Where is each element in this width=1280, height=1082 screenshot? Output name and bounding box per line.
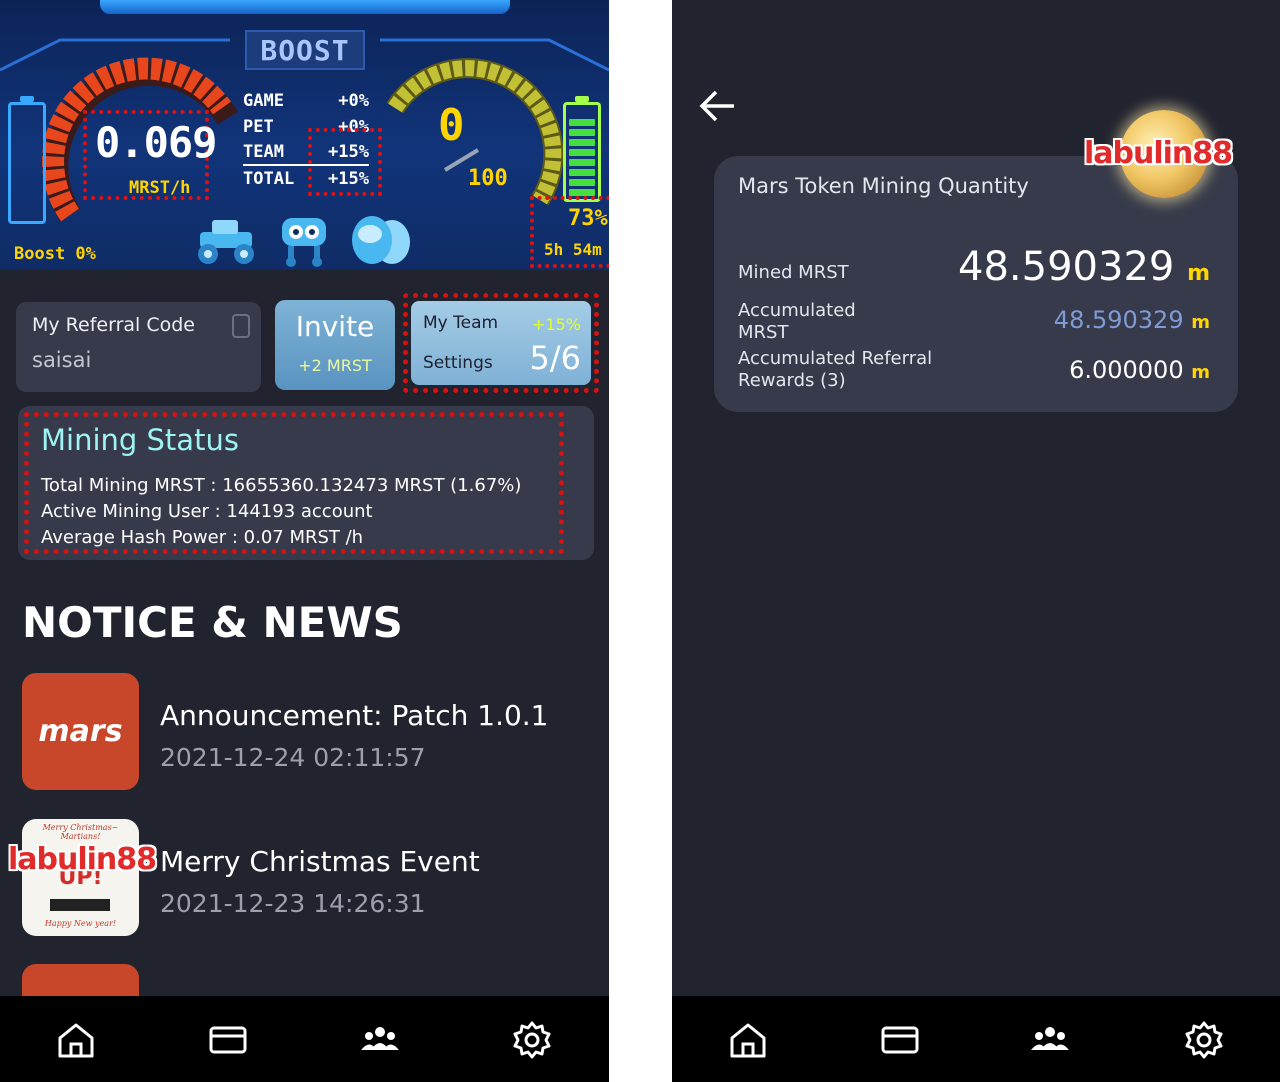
team-settings-label: Settings bbox=[423, 353, 493, 373]
energy-battery-empty bbox=[8, 96, 46, 224]
news-title: Announcement: Patch 1.0.1 bbox=[160, 699, 549, 732]
thumb-decoration bbox=[50, 899, 110, 911]
team-bonus: +15% bbox=[532, 315, 581, 334]
watermark: labulin88 bbox=[8, 842, 157, 877]
car-icon bbox=[198, 220, 254, 264]
team-highlight: My Team +15% Settings 5/6 bbox=[403, 293, 599, 393]
boost-label: GAME bbox=[243, 91, 284, 111]
mining-status-card: Mining Status Total Mining MRST : 166553… bbox=[18, 406, 594, 560]
news-date: 2021-12-23 14:26:31 bbox=[160, 889, 426, 918]
home-icon[interactable] bbox=[56, 1020, 96, 1060]
boost-characters bbox=[198, 216, 410, 267]
hash-rate-value: 0.069 bbox=[95, 118, 217, 167]
news-title: Merry Christmas Event bbox=[160, 845, 480, 878]
label-line: Accumulated Referral bbox=[738, 348, 933, 369]
robot-icon bbox=[282, 218, 326, 267]
boost-percent-label: Boost 0% bbox=[14, 244, 96, 264]
home-icon[interactable] bbox=[728, 1020, 768, 1060]
average-hash-line: Average Hash Power : 0.07 MRST /h bbox=[41, 527, 364, 548]
label-line: Accumulated bbox=[738, 300, 856, 321]
copy-icon[interactable] bbox=[232, 314, 250, 338]
invite-reward: +2 MRST bbox=[298, 356, 372, 375]
watermark: labulin88 bbox=[1084, 136, 1233, 171]
mining-status-title: Mining Status bbox=[41, 423, 239, 457]
news-item[interactable]: mars Announcement: Patch 1.0.1 2021-12-2… bbox=[22, 673, 592, 791]
my-team-button[interactable]: My Team +15% Settings 5/6 bbox=[411, 301, 591, 385]
referral-rewards-label: Accumulated Referral Rewards (3) bbox=[738, 348, 932, 392]
battery-percent: 73% bbox=[568, 206, 608, 231]
news-thumbnail: Merry Christmas~ Martians! UP! Happy New… bbox=[22, 819, 139, 936]
pet-icon bbox=[352, 216, 410, 264]
card-title: Mars Token Mining Quantity bbox=[738, 174, 1029, 198]
label-line: MRST bbox=[738, 322, 789, 343]
thumb-caption-bottom: Happy New year! bbox=[44, 919, 117, 928]
hash-rate-unit: MRST/h bbox=[129, 178, 191, 198]
team-icon[interactable] bbox=[1030, 1020, 1070, 1060]
team-count: 5/6 bbox=[529, 339, 582, 377]
settings-icon[interactable] bbox=[512, 1020, 552, 1060]
wallet-icon[interactable] bbox=[880, 1020, 920, 1060]
boost-row-game: GAME +0% bbox=[243, 88, 369, 114]
referral-code-card[interactable]: My Referral Code saisai bbox=[16, 302, 261, 392]
battery-highlight: 73% 5h 54m bbox=[530, 196, 609, 268]
accumulated-value: 48.590329 m bbox=[1054, 306, 1210, 334]
back-arrow-icon[interactable] bbox=[698, 88, 738, 124]
mined-label: Mined MRST bbox=[738, 262, 849, 283]
energy-battery bbox=[563, 96, 601, 202]
hash-rate-highlight: 0.069 MRST/h bbox=[83, 110, 217, 200]
mining-home-screen: BOOST 0.069 MRST/h GAME +0% PET +0% TEAM… bbox=[0, 0, 609, 1082]
bottom-nav bbox=[672, 996, 1280, 1082]
referral-code: saisai bbox=[32, 348, 92, 372]
invite-button[interactable]: Invite +2 MRST bbox=[275, 300, 395, 390]
team-icon[interactable] bbox=[360, 1020, 400, 1060]
news-item[interactable]: Merry Christmas~ Martians! UP! Happy New… bbox=[22, 819, 592, 937]
thumb-caption-top: Merry Christmas~ Martians! bbox=[42, 823, 119, 841]
boost-value: +0% bbox=[338, 91, 369, 111]
mining-status-highlight: Mining Status Total Mining MRST : 166553… bbox=[24, 412, 564, 554]
time-left: 5h 54m bbox=[544, 240, 602, 259]
mined-amount: 48.590329 bbox=[958, 244, 1175, 290]
mining-quantity-screen: Mars Token Mining Quantity Mined MRST 48… bbox=[672, 0, 1280, 1082]
mrst-symbol: m bbox=[1191, 312, 1210, 333]
boost-dashboard: BOOST 0.069 MRST/h GAME +0% PET +0% TEAM… bbox=[0, 0, 609, 270]
mined-value: 48.590329 m bbox=[958, 244, 1210, 290]
referral-amount: 6.000000 bbox=[1069, 356, 1184, 384]
gauge-max: 100 bbox=[468, 166, 508, 191]
news-thumbnail: mars bbox=[22, 673, 139, 790]
news-heading: NOTICE & NEWS bbox=[22, 598, 403, 647]
bottom-nav bbox=[0, 996, 609, 1082]
active-users-line: Active Mining User : 144193 account bbox=[41, 501, 373, 522]
referral-rewards-value: 6.000000 m bbox=[1069, 356, 1210, 384]
my-team-label: My Team bbox=[423, 313, 499, 333]
team-boost-highlight bbox=[308, 128, 382, 196]
boost-label: PET bbox=[243, 117, 274, 137]
accumulated-amount: 48.590329 bbox=[1053, 306, 1184, 334]
mrst-symbol: m bbox=[1191, 362, 1210, 383]
total-mining-line: Total Mining MRST : 16655360.132473 MRST… bbox=[41, 475, 522, 496]
news-date: 2021-12-24 02:11:57 bbox=[160, 743, 426, 772]
referral-title: My Referral Code bbox=[32, 314, 195, 336]
settings-icon[interactable] bbox=[1184, 1020, 1224, 1060]
mars-logo: mars bbox=[38, 714, 123, 749]
invite-label: Invite bbox=[295, 310, 375, 343]
boost-label: TEAM bbox=[243, 142, 284, 162]
wallet-icon[interactable] bbox=[208, 1020, 248, 1060]
boost-title: BOOST bbox=[245, 30, 365, 70]
accumulated-label: Accumulated MRST bbox=[738, 300, 856, 344]
boost-label: TOTAL bbox=[243, 169, 295, 189]
gauge-value: 0 bbox=[438, 100, 465, 151]
mrst-symbol: m bbox=[1187, 261, 1210, 286]
label-line: Rewards (3) bbox=[738, 370, 846, 391]
